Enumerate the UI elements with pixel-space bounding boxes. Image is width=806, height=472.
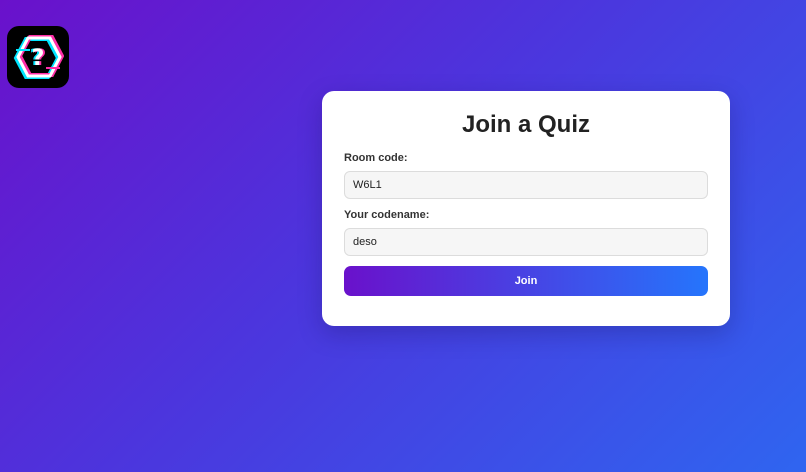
codename-label: Your codename: — [344, 209, 430, 221]
app-logo[interactable]: ? ? ? — [7, 26, 69, 88]
codename-input[interactable] — [344, 228, 708, 256]
room-code-input[interactable] — [344, 171, 708, 199]
join-quiz-card: Join a Quiz Room code: Your codename: Jo… — [322, 91, 730, 326]
page-title: Join a Quiz — [461, 111, 590, 138]
glitch-hexagon-question-icon: ? ? ? — [13, 35, 64, 79]
join-button[interactable]: Join — [344, 266, 708, 296]
room-code-label: Room code: — [344, 152, 408, 164]
svg-text:?: ? — [32, 46, 45, 71]
